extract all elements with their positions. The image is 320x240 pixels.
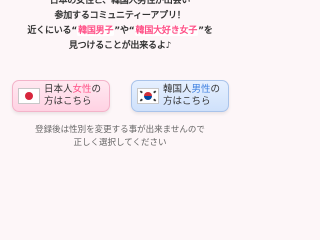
- intro-line-3-post: ”を: [198, 26, 213, 36]
- intro-text: 日本の女性と、韓国人男性が出会い 参加するコミュニティーアプリ！ 近くにいる“韓…: [0, 0, 240, 54]
- highlight-korea-loving-girls: 韓国大好き女子: [134, 26, 199, 36]
- japanese-female-highlight: 女性: [72, 84, 92, 95]
- japanese-female-button[interactable]: 日本人女性の 方はこちら: [12, 80, 110, 112]
- intro-line-3-mid: ”や“: [114, 26, 135, 36]
- korean-male-button[interactable]: 韓国人男性の 方はこちら: [131, 80, 229, 112]
- intro-line-4: 見つけることが出来るよ♪: [68, 41, 172, 51]
- warning-line-1: 登録後は性別を変更する事が出来ませんので: [35, 125, 205, 135]
- gender-change-warning: 登録後は性別を変更する事が出来ませんので 正しく選択してください: [0, 124, 240, 150]
- korean-male-line2: 方はこちら: [163, 96, 211, 107]
- intro-line-3-pre: 近くにいる“: [27, 26, 78, 36]
- warning-line-2: 正しく選択してください: [73, 138, 167, 148]
- korea-flag-icon: [137, 88, 159, 104]
- japanese-female-post: の: [91, 84, 102, 95]
- japanese-female-line2: 方はこちら: [44, 96, 92, 107]
- korean-male-label: 韓国人男性の 方はこちら: [163, 84, 220, 108]
- intro-line-2: 参加するコミュニティーアプリ！: [54, 11, 186, 21]
- korean-male-highlight: 男性: [191, 84, 211, 95]
- intro-line-1: 日本の女性と、韓国人男性が出会い: [49, 0, 191, 6]
- gender-choice-group: 日本人女性の 方はこちら 韓国人男性の 方はこちら: [0, 80, 240, 114]
- japanese-female-pre: 日本人: [44, 84, 73, 95]
- intro-line-3: 近くにいる“韓国男子”や“韓国大好き女子”を: [0, 24, 240, 39]
- japan-flag-icon: [18, 88, 40, 104]
- highlight-korean-boys: 韓国男子: [77, 26, 115, 36]
- japanese-female-label: 日本人女性の 方はこちら: [44, 84, 101, 108]
- korean-male-pre: 韓国人: [163, 84, 192, 95]
- korean-male-post: の: [210, 84, 221, 95]
